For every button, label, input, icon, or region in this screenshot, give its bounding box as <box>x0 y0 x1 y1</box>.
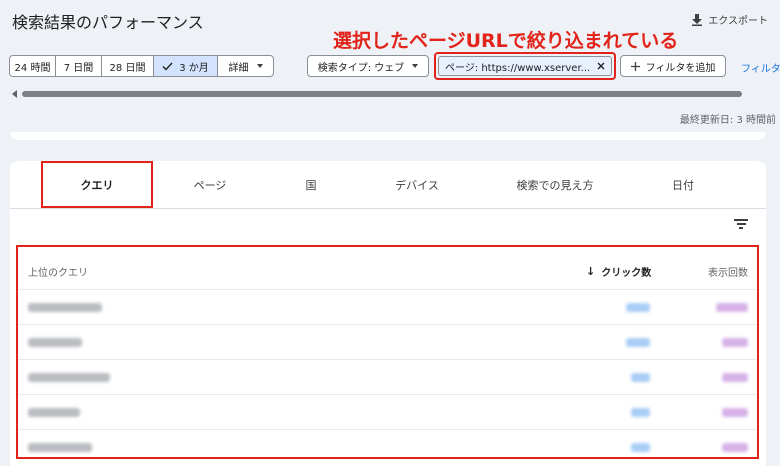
tab-country[interactable]: 国 <box>280 161 342 209</box>
chart-card-edge <box>10 132 766 140</box>
add-filter-button[interactable]: フィルタを追加 <box>620 55 726 77</box>
table-row[interactable] <box>18 394 757 430</box>
header-clicks[interactable]: ↓ クリック数 <box>586 264 651 279</box>
impressions-cell <box>722 338 748 347</box>
clicks-cell <box>631 373 650 382</box>
page-filter-chip[interactable]: ページ: https://www.xserver... <box>438 56 612 76</box>
export-label: エクスポート <box>708 16 768 27</box>
date-range-selector: 24 時間 7 日間 28 日間 3 か月 詳細 <box>9 55 274 77</box>
export-button[interactable]: エクスポート <box>692 12 768 27</box>
date-option-7d[interactable]: 7 日間 <box>56 56 102 76</box>
impressions-cell <box>722 408 748 417</box>
clicks-cell <box>631 408 650 417</box>
plus-icon <box>630 61 640 71</box>
clicks-cell <box>626 338 650 347</box>
date-option-24h[interactable]: 24 時間 <box>10 56 56 76</box>
tab-device[interactable]: デバイス <box>375 161 459 209</box>
clicks-cell <box>626 303 650 312</box>
page-filter-label: ページ: https://www.xserver... <box>445 62 591 74</box>
impressions-cell <box>722 443 748 452</box>
clicks-cell <box>631 443 650 452</box>
dimension-tabs: クエリ ページ 国 デバイス 検索での見え方 日付 <box>10 161 766 209</box>
query-cell <box>28 373 110 382</box>
tab-search-appearance[interactable]: 検索での見え方 <box>495 161 615 209</box>
header-impressions[interactable]: 表示回数 <box>708 264 748 279</box>
last-updated: 最終更新日: 3 時間前 <box>679 115 776 126</box>
arrow-down-icon: ↓ <box>586 265 596 278</box>
query-cell <box>28 303 102 312</box>
date-option-3m[interactable]: 3 か月 <box>154 56 218 76</box>
query-cell <box>28 338 82 347</box>
results-card: クエリ ページ 国 デバイス 検索での見え方 日付 上位のクエリ ↓ クリック数… <box>10 161 766 466</box>
query-cell <box>28 443 92 452</box>
impressions-cell <box>716 303 748 312</box>
page-title: 検索結果のパフォーマンス <box>12 13 204 32</box>
close-icon[interactable] <box>597 62 605 70</box>
annotation-text: 選択したページURLで絞り込まれている <box>333 30 679 52</box>
query-table: 上位のクエリ ↓ クリック数 表示回数 <box>16 245 759 459</box>
filter-list-icon[interactable] <box>734 219 748 229</box>
horizontal-scrollbar[interactable] <box>12 90 780 98</box>
tab-date[interactable]: 日付 <box>648 161 718 209</box>
dropdown-caret-icon <box>256 64 263 68</box>
query-cell <box>28 408 80 417</box>
filter-link[interactable]: フィルタ <box>741 60 780 75</box>
scroll-left-icon[interactable] <box>12 90 17 98</box>
table-row[interactable] <box>18 359 757 395</box>
search-type-filter[interactable]: 検索タイプ: ウェブ <box>307 55 429 77</box>
dropdown-caret-icon <box>412 64 419 68</box>
date-option-custom[interactable]: 詳細 <box>218 56 273 76</box>
checkmark-icon <box>162 62 173 71</box>
tabs-divider <box>10 208 766 209</box>
top-bar: 検索結果のパフォーマンス エクスポート 選択したページURLで絞り込まれている … <box>0 0 780 132</box>
page-filter-highlight: ページ: https://www.xserver... <box>434 52 616 80</box>
tab-page[interactable]: ページ <box>168 161 252 209</box>
table-row[interactable] <box>18 289 757 325</box>
date-option-28d[interactable]: 28 日間 <box>102 56 154 76</box>
header-top-queries[interactable]: 上位のクエリ <box>28 264 88 279</box>
impressions-cell <box>722 373 748 382</box>
tab-query[interactable]: クエリ <box>41 161 153 208</box>
table-row[interactable] <box>18 324 757 360</box>
download-icon <box>692 13 703 26</box>
table-row[interactable] <box>18 429 757 465</box>
scrollbar-thumb[interactable] <box>22 91 742 97</box>
